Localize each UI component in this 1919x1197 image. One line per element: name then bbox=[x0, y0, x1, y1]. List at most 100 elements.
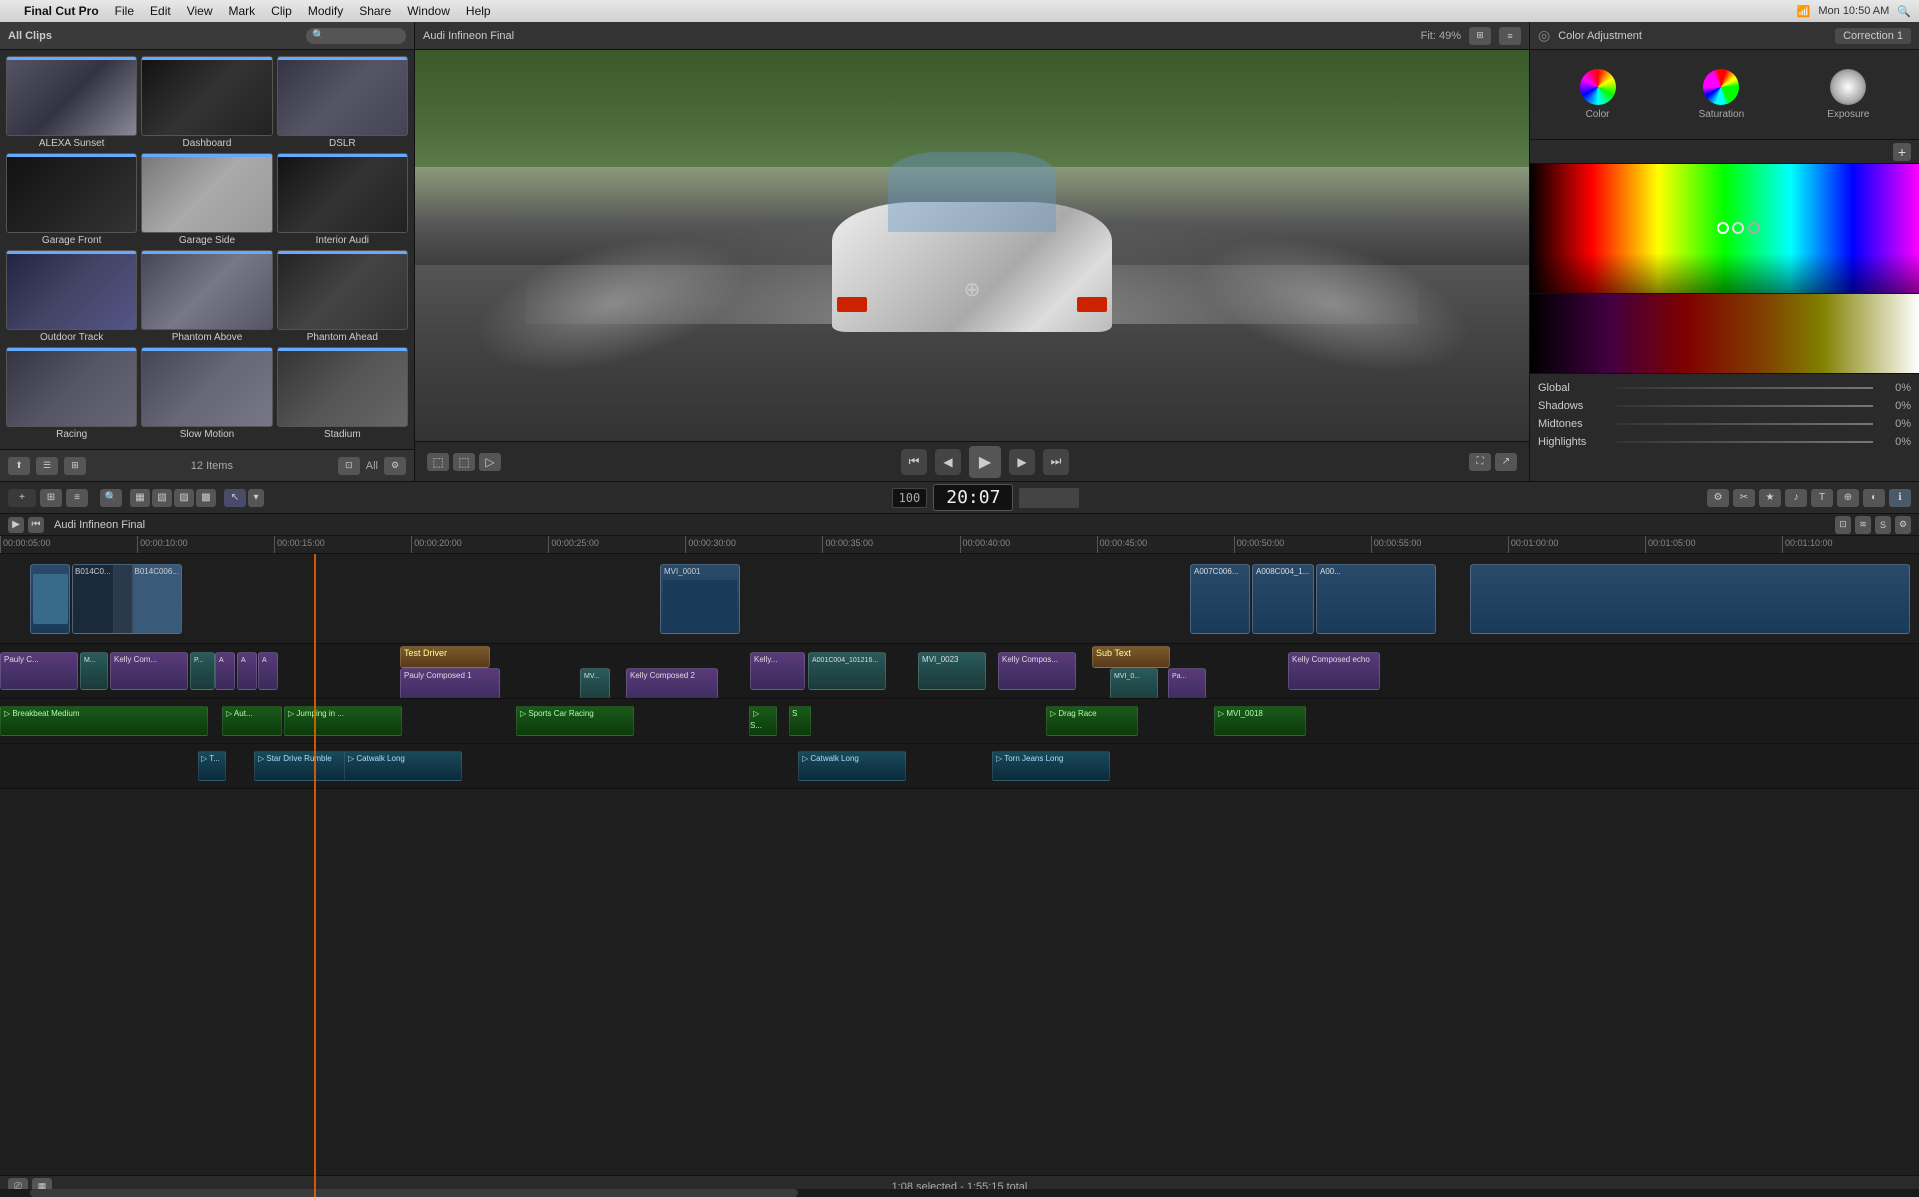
view-grid-button[interactable]: ⊞ bbox=[64, 457, 86, 475]
sc-kelly-compos[interactable]: Kelly Compos... bbox=[998, 652, 1076, 690]
sc-kelly-composed-2[interactable]: Kelly Composed 2 bbox=[626, 668, 718, 699]
video-clip-a007c006[interactable]: A007C006... bbox=[1190, 564, 1250, 634]
search-box[interactable]: 🔍 bbox=[306, 28, 406, 44]
add-correction-button[interactable]: + bbox=[1893, 143, 1911, 161]
solo-btn[interactable]: S bbox=[1875, 516, 1891, 534]
play-reverse-button[interactable]: ◀ bbox=[935, 449, 961, 475]
play-button[interactable]: ▶ bbox=[969, 446, 1001, 478]
video-clip-b014c0[interactable] bbox=[30, 564, 70, 634]
sc-mv1[interactable]: MV... bbox=[580, 668, 610, 699]
clip-appearance-btn3[interactable]: ▨ bbox=[174, 489, 194, 507]
settings-button[interactable]: ⚙ bbox=[384, 457, 406, 475]
view-list-button[interactable]: ☰ bbox=[36, 457, 58, 475]
clip-item-dashboard[interactable]: Dashboard bbox=[141, 56, 272, 149]
sc-kelly2[interactable]: Kelly... bbox=[750, 652, 805, 690]
color-tool-exposure[interactable]: Exposure bbox=[1827, 69, 1869, 120]
timeline-add-button[interactable]: + bbox=[8, 489, 36, 507]
import-button[interactable]: ⬆ bbox=[8, 457, 30, 475]
preview-viewport[interactable]: ⊕ bbox=[415, 50, 1529, 441]
clip-item-garage-front[interactable]: Garage Front bbox=[6, 153, 137, 246]
clip-range-button[interactable]: ▷ bbox=[479, 453, 501, 471]
sc-pauly-c[interactable]: Pauly C... bbox=[0, 652, 78, 690]
timeline-mode-btn1[interactable]: ⊞ bbox=[40, 489, 62, 507]
settings-right[interactable]: ⚙ bbox=[1895, 516, 1911, 534]
sc-mvi0-2[interactable]: MVI_0... bbox=[1110, 668, 1158, 699]
clip-item-interior-audi[interactable]: Interior Audi bbox=[277, 153, 408, 246]
ac-breakbeat[interactable]: ▷ Breakbeat Medium bbox=[0, 706, 208, 736]
generator-button[interactable]: ⊕ bbox=[1837, 489, 1859, 507]
sc-sub-text[interactable]: Sub Text bbox=[1092, 646, 1170, 668]
effects-button[interactable]: ★ bbox=[1759, 489, 1781, 507]
mark-in-button[interactable]: ⬚ bbox=[427, 453, 449, 471]
window-menu[interactable]: Window bbox=[407, 4, 450, 18]
clip-menu[interactable]: Clip bbox=[271, 4, 292, 18]
sc-mvi0023[interactable]: MVI_0023 bbox=[918, 652, 986, 690]
share-menu[interactable]: Share bbox=[359, 4, 391, 18]
color-tool-color[interactable]: Color bbox=[1580, 69, 1616, 120]
rewind-btn[interactable]: ⏮ bbox=[28, 517, 44, 533]
sc-test-driver[interactable]: Test Driver bbox=[400, 646, 490, 668]
clip-item-racing[interactable]: Racing bbox=[6, 347, 137, 440]
transform-button[interactable]: ⚙ bbox=[1707, 489, 1729, 507]
clip-item-phantom-ahead[interactable]: Phantom Ahead bbox=[277, 250, 408, 343]
ac-sports[interactable]: ▷ Sports Car Racing bbox=[516, 706, 634, 736]
sc-pa[interactable]: Pa... bbox=[1168, 668, 1206, 699]
filter-button[interactable]: ⊡ bbox=[338, 457, 360, 475]
timeline-mode-btn2[interactable]: ≡ bbox=[66, 489, 88, 507]
sc-pauly-composed[interactable]: Pauly Composed 1 bbox=[400, 668, 500, 699]
play-forward-button[interactable]: ▶ bbox=[1009, 449, 1035, 475]
fullscreen-button[interactable]: ⛶ bbox=[1469, 453, 1491, 471]
clip-item-slow-motion[interactable]: Slow Motion bbox=[141, 347, 272, 440]
file-menu[interactable]: File bbox=[115, 4, 134, 18]
tool-select[interactable]: ↖ bbox=[224, 489, 246, 507]
clip-item-alexa-sunset[interactable]: ALEXA Sunset bbox=[6, 56, 137, 149]
text-button[interactable]: T bbox=[1811, 489, 1833, 507]
timeline-search-button[interactable]: 🔍 bbox=[100, 489, 122, 507]
sc-kelly-echo[interactable]: Kelly Composed echo bbox=[1288, 652, 1380, 690]
ac-torn-jeans[interactable]: ▷ Torn Jeans Long bbox=[992, 751, 1110, 781]
timecode-display[interactable]: 20:07 bbox=[933, 484, 1013, 511]
ac-s1[interactable]: ▷ S... bbox=[749, 706, 777, 736]
ac-aut[interactable]: ▷ Aut... bbox=[222, 706, 282, 736]
search-menubar-icon[interactable]: 🔍 bbox=[1897, 5, 1911, 18]
view-menu[interactable]: View bbox=[187, 4, 213, 18]
transition-button[interactable]: ◐ bbox=[1863, 489, 1885, 507]
edit-menu[interactable]: Edit bbox=[150, 4, 171, 18]
help-menu[interactable]: Help bbox=[466, 4, 491, 18]
ac-mvi0018[interactable]: ▷ MVI_0018 bbox=[1214, 706, 1306, 736]
mark-out-button[interactable]: ⬚ bbox=[453, 453, 475, 471]
preview-zoom-button[interactable]: ⊞ bbox=[1469, 27, 1491, 45]
ac-t[interactable]: ▷ T... bbox=[198, 751, 226, 781]
clip-appearance-btn2[interactable]: ▧ bbox=[152, 489, 172, 507]
video-clip-a008c004[interactable]: A008C004_1... bbox=[1252, 564, 1314, 634]
video-clip-b014c006[interactable]: B014C0... B014C006... bbox=[72, 564, 182, 634]
video-clip-mvi0001[interactable]: MVI_0001 bbox=[660, 564, 740, 634]
clip-item-outdoor-track[interactable]: Outdoor Track bbox=[6, 250, 137, 343]
skimmer-btn[interactable]: ≋ bbox=[1855, 516, 1871, 534]
ac-jumping[interactable]: ▷ Jumping in ... bbox=[284, 706, 402, 736]
modify-menu[interactable]: Modify bbox=[308, 4, 343, 18]
trim-button[interactable]: ✂ bbox=[1733, 489, 1755, 507]
ac-catwalk1[interactable]: ▷ Catwalk Long bbox=[344, 751, 462, 781]
clip-item-garage-side[interactable]: Garage Side bbox=[141, 153, 272, 246]
preview-settings-button[interactable]: ≡ bbox=[1499, 27, 1521, 45]
video-clip-a00[interactable]: A00... bbox=[1316, 564, 1436, 634]
go-to-start-button[interactable]: ⏮ bbox=[901, 449, 927, 475]
video-clip-end[interactable] bbox=[1470, 564, 1910, 634]
clip-appearance-btn4[interactable]: ▩ bbox=[196, 489, 216, 507]
sc-a3[interactable]: A bbox=[258, 652, 278, 690]
mark-menu[interactable]: Mark bbox=[229, 4, 256, 18]
sc-a1[interactable]: A bbox=[215, 652, 235, 690]
sc-kelly-com[interactable]: Kelly Com... bbox=[110, 652, 188, 690]
app-name[interactable]: Final Cut Pro bbox=[24, 4, 99, 18]
correction-tab[interactable]: Correction 1 bbox=[1835, 28, 1911, 44]
color-tool-saturation[interactable]: Saturation bbox=[1699, 69, 1745, 120]
clip-item-phantom-above[interactable]: Phantom Above bbox=[141, 250, 272, 343]
play-sequence-btn[interactable]: ▶ bbox=[8, 517, 24, 533]
sc-p1[interactable]: P... bbox=[190, 652, 215, 690]
ac-s2[interactable]: S bbox=[789, 706, 811, 736]
sc-a2[interactable]: A bbox=[237, 652, 257, 690]
tool-dropdown[interactable]: ▾ bbox=[248, 489, 264, 507]
go-to-end-button[interactable]: ⏭ bbox=[1043, 449, 1069, 475]
sc-m1[interactable]: M... bbox=[80, 652, 108, 690]
